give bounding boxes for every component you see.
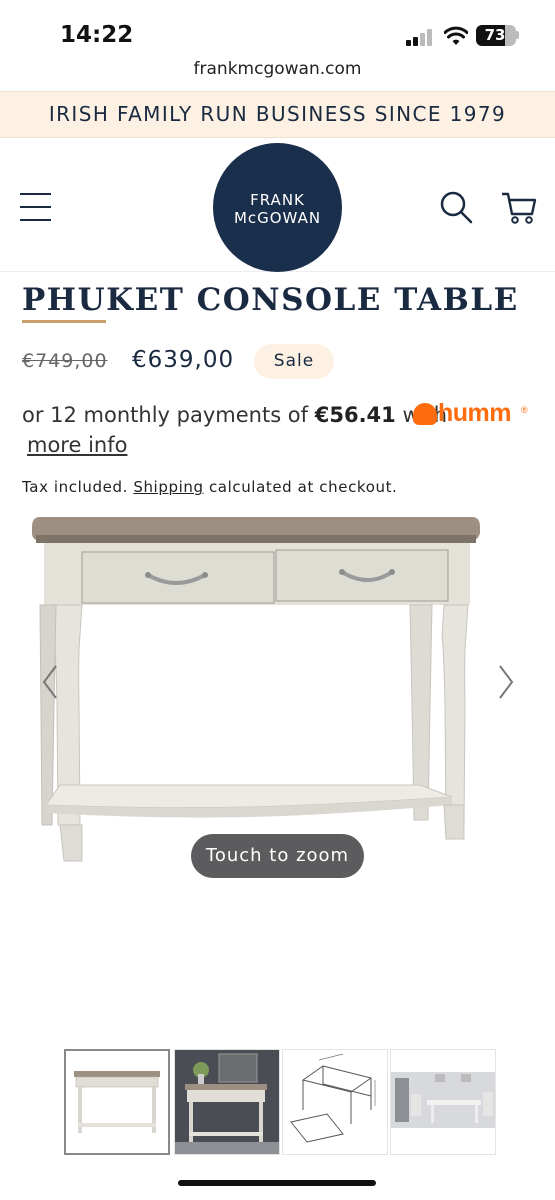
status-bar: 14:22 73 <box>0 0 555 62</box>
thumbnail-2[interactable] <box>174 1049 280 1155</box>
drawer-left <box>81 551 275 604</box>
tax-note: Tax included. Shipping calculated at che… <box>22 478 397 496</box>
logo-line1: FRANK <box>250 191 305 209</box>
cellular-signal-icon <box>406 28 434 46</box>
title-underline <box>22 320 106 323</box>
tax-prefix: Tax included. <box>22 478 134 496</box>
thumbnail-4[interactable] <box>390 1049 496 1155</box>
battery-percent: 73 <box>484 26 506 44</box>
thumbnail-3[interactable] <box>282 1049 388 1155</box>
site-header: FRANK McGOWAN <box>0 137 555 272</box>
battery-icon: 73 <box>476 25 516 46</box>
drawer-right <box>275 549 449 602</box>
status-time: 14:22 <box>60 22 134 48</box>
touch-to-zoom-hint[interactable]: Touch to zoom <box>191 834 364 878</box>
installment-amount: €56.41 <box>314 403 396 427</box>
humm-brand: humm <box>438 399 512 427</box>
home-indicator <box>178 1180 376 1186</box>
sale-badge: Sale <box>254 344 334 379</box>
search-icon[interactable] <box>438 189 474 225</box>
installment-text: or 12 monthly payments of €56.41 with <box>22 403 447 427</box>
humm-icon <box>413 403 437 425</box>
previous-image-arrow[interactable] <box>40 662 60 702</box>
sale-price: €639,00 <box>132 347 235 373</box>
site-logo[interactable]: FRANK McGOWAN <box>213 143 342 272</box>
battery-nub <box>516 31 519 39</box>
humm-registered-mark: ® <box>521 405 528 415</box>
tax-suffix: calculated at checkout. <box>203 478 398 496</box>
browser-url[interactable]: frankmcgowan.com <box>0 59 555 79</box>
more-info-link[interactable]: more info <box>27 433 127 457</box>
compare-at-price: €749,00 <box>22 350 108 372</box>
wifi-icon <box>444 26 468 45</box>
cart-icon[interactable] <box>500 189 538 225</box>
installment-prefix: or 12 monthly payments of <box>22 403 315 427</box>
menu-icon[interactable] <box>20 193 51 221</box>
product-title: PHUKET CONSOLE TABLE <box>22 282 519 318</box>
promo-banner: IRISH FAMILY RUN BUSINESS SINCE 1979 <box>0 91 555 138</box>
leg-front-right <box>441 604 469 826</box>
product-image[interactable] <box>0 505 555 1030</box>
next-image-arrow[interactable] <box>496 662 516 702</box>
thumbnail-strip <box>64 1049 496 1157</box>
thumbnail-1[interactable] <box>64 1049 170 1155</box>
logo-line2: McGOWAN <box>233 209 322 227</box>
shipping-link[interactable]: Shipping <box>133 478 203 496</box>
